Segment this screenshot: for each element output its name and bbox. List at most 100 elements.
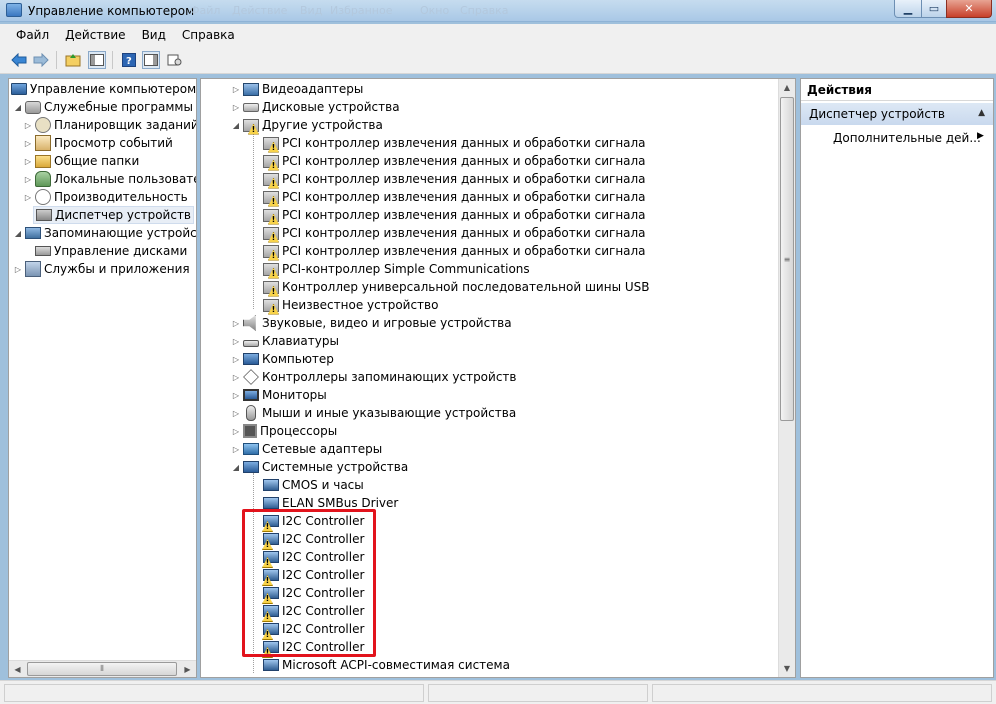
maximize-button[interactable]: ▭ bbox=[921, 0, 947, 18]
device-item[interactable]: CMOS и часы bbox=[263, 476, 364, 494]
expand-arrow-icon[interactable]: ▷ bbox=[231, 337, 241, 346]
scrollbar-thumb[interactable]: ≡ bbox=[780, 97, 794, 421]
svg-text:?: ? bbox=[126, 56, 132, 67]
menu-view[interactable]: Вид bbox=[134, 26, 174, 44]
tree-label: Другие устройства bbox=[262, 118, 383, 132]
tree-label: I2C Controller bbox=[282, 568, 365, 582]
properties-button[interactable] bbox=[166, 51, 184, 69]
scroll-left-icon[interactable]: ◀ bbox=[9, 661, 26, 677]
tree-item-services[interactable]: ▷ Службы и приложения bbox=[13, 260, 190, 278]
scroll-up-icon[interactable]: ▲ bbox=[779, 79, 795, 96]
device-category-processors[interactable]: ▷ Процессоры bbox=[231, 422, 337, 440]
device-item-i2c[interactable]: I2C Controller bbox=[263, 530, 364, 548]
device-item-i2c[interactable]: I2C Controller bbox=[263, 548, 364, 566]
actions-section-device-manager[interactable]: Диспетчер устройств ▲ bbox=[801, 103, 993, 125]
forward-button[interactable] bbox=[32, 51, 50, 69]
device-item-i2c[interactable]: I2C Controller bbox=[263, 620, 364, 638]
expand-arrow-icon[interactable]: ▷ bbox=[231, 103, 241, 112]
expand-arrow-icon[interactable]: ▷ bbox=[13, 265, 23, 274]
menu-help[interactable]: Справка bbox=[174, 26, 243, 44]
collapse-arrow-icon[interactable]: ◢ bbox=[13, 229, 23, 238]
shared-folder-icon bbox=[35, 154, 51, 168]
device-item-i2c[interactable]: I2C Controller bbox=[263, 512, 364, 530]
tree-item-storage[interactable]: ◢ Запоминающие устройства bbox=[13, 224, 196, 242]
collapse-arrow-icon[interactable]: ◢ bbox=[231, 463, 241, 472]
device-category-disk-drives[interactable]: ▷ Дисковые устройства bbox=[231, 98, 400, 116]
tree-label: PCI контроллер извлечения данных и обраб… bbox=[282, 190, 646, 204]
scroll-right-icon[interactable]: ▶ bbox=[179, 661, 196, 677]
device-item[interactable]: PCI контроллер извлечения данных и обраб… bbox=[263, 188, 646, 206]
scroll-down-icon[interactable]: ▼ bbox=[779, 660, 795, 677]
device-item[interactable]: PCI контроллер извлечения данных и обраб… bbox=[263, 224, 646, 242]
device-item-i2c[interactable]: I2C Controller bbox=[263, 566, 364, 584]
warning-device-icon bbox=[263, 515, 279, 527]
device-item[interactable]: ELAN SMBus Driver bbox=[263, 494, 398, 512]
expand-arrow-icon[interactable]: ▷ bbox=[23, 121, 33, 130]
tree-item-event-viewer[interactable]: ▷ Просмотр событий bbox=[23, 134, 173, 152]
expand-arrow-icon[interactable]: ▷ bbox=[231, 427, 241, 436]
device-item-i2c[interactable]: I2C Controller bbox=[263, 584, 364, 602]
device-category-monitors[interactable]: ▷ Мониторы bbox=[231, 386, 327, 404]
tree-item-device-manager[interactable]: Диспетчер устройств bbox=[33, 206, 195, 224]
device-category-mice[interactable]: ▷ Мыши и иные указывающие устройства bbox=[231, 404, 516, 422]
device-item[interactable]: Неизвестное устройство bbox=[263, 296, 438, 314]
expand-arrow-icon[interactable]: ▷ bbox=[231, 409, 241, 418]
up-folder-button[interactable] bbox=[64, 51, 82, 69]
scrollbar-thumb[interactable]: ⦀ bbox=[27, 662, 177, 676]
show-hide-tree-button[interactable] bbox=[88, 51, 106, 69]
device-item[interactable]: Контроллер универсальной последовательно… bbox=[263, 278, 650, 296]
tree-label: I2C Controller bbox=[282, 514, 365, 528]
collapse-up-icon[interactable]: ▲ bbox=[978, 108, 985, 118]
device-item[interactable]: PCI-контроллер Simple Communications bbox=[263, 260, 530, 278]
device-item[interactable]: PCI контроллер извлечения данных и обраб… bbox=[263, 152, 646, 170]
menu-file[interactable]: Файл bbox=[8, 26, 57, 44]
menu-action[interactable]: Действие bbox=[57, 26, 133, 44]
vertical-scrollbar[interactable]: ▲ ≡ ▼ bbox=[778, 79, 795, 677]
expand-arrow-icon[interactable]: ▷ bbox=[231, 319, 241, 328]
tree-item-disk-management[interactable]: Управление дисками bbox=[35, 242, 187, 260]
device-category-keyboards[interactable]: ▷ Клавиатуры bbox=[231, 332, 339, 350]
expand-arrow-icon[interactable]: ▷ bbox=[231, 355, 241, 364]
device-category-network[interactable]: ▷ Сетевые адаптеры bbox=[231, 440, 382, 458]
tree-item-performance[interactable]: ▷ Производительность bbox=[23, 188, 188, 206]
close-button[interactable]: ✕ bbox=[946, 0, 992, 18]
horizontal-scrollbar[interactable]: ◀ ⦀ ▶ bbox=[9, 660, 196, 677]
device-category-sound[interactable]: ▷ Звуковые, видео и игровые устройства bbox=[231, 314, 512, 332]
device-category-system[interactable]: ◢ Системные устройства bbox=[231, 458, 408, 476]
expand-arrow-icon[interactable]: ▷ bbox=[231, 391, 241, 400]
show-hide-action-pane-button[interactable] bbox=[142, 51, 160, 69]
tree-item-shared-folders[interactable]: ▷ Общие папки bbox=[23, 152, 139, 170]
tree-label: I2C Controller bbox=[282, 622, 365, 636]
tree-guide-line bbox=[253, 473, 254, 673]
device-item-i2c[interactable]: I2C Controller bbox=[263, 638, 364, 656]
device-category-computer[interactable]: ▷ Компьютер bbox=[231, 350, 334, 368]
device-item[interactable]: PCI контроллер извлечения данных и обраб… bbox=[263, 134, 646, 152]
device-category-other[interactable]: ◢ Другие устройства bbox=[231, 116, 383, 134]
minimize-button[interactable]: ▁ bbox=[894, 0, 922, 18]
expand-arrow-icon[interactable]: ▷ bbox=[23, 157, 33, 166]
more-actions-item[interactable]: Дополнительные дей... ▶ bbox=[833, 129, 984, 147]
device-item[interactable]: PCI контроллер извлечения данных и обраб… bbox=[263, 170, 646, 188]
expand-arrow-icon[interactable]: ▷ bbox=[231, 373, 241, 382]
expand-arrow-icon[interactable]: ▷ bbox=[231, 85, 241, 94]
tree-item-task-scheduler[interactable]: ▷ Планировщик заданий bbox=[23, 116, 196, 134]
tree-item-local-users[interactable]: ▷ Локальные пользователи bbox=[23, 170, 196, 188]
device-item[interactable]: PCI контроллер извлечения данных и обраб… bbox=[263, 206, 646, 224]
collapse-arrow-icon[interactable]: ◢ bbox=[13, 103, 23, 112]
menu-bar: Файл Действие Вид Справка bbox=[0, 24, 996, 46]
collapse-arrow-icon[interactable]: ◢ bbox=[231, 121, 241, 130]
device-item[interactable]: Microsoft ACPI-совместимая система bbox=[263, 656, 510, 674]
expand-arrow-icon[interactable]: ▷ bbox=[23, 139, 33, 148]
device-category-storage-controllers[interactable]: ▷ Контроллеры запоминающих устройств bbox=[231, 368, 516, 386]
tree-root[interactable]: Управление компьютером (лока bbox=[11, 80, 196, 98]
device-category-display-adapters[interactable]: ▷ Видеоадаптеры bbox=[231, 80, 363, 98]
help-button[interactable]: ? bbox=[120, 51, 138, 69]
device-item-i2c[interactable]: I2C Controller bbox=[263, 602, 364, 620]
expand-arrow-icon[interactable]: ▷ bbox=[23, 193, 33, 202]
device-item[interactable]: PCI контроллер извлечения данных и обраб… bbox=[263, 242, 646, 260]
back-button[interactable] bbox=[10, 51, 28, 69]
expand-arrow-icon[interactable]: ▷ bbox=[231, 445, 241, 454]
expand-arrow-icon[interactable]: ▷ bbox=[23, 175, 33, 184]
status-cell bbox=[4, 684, 424, 702]
tree-item-utilities[interactable]: ◢ Служебные программы bbox=[13, 98, 193, 116]
